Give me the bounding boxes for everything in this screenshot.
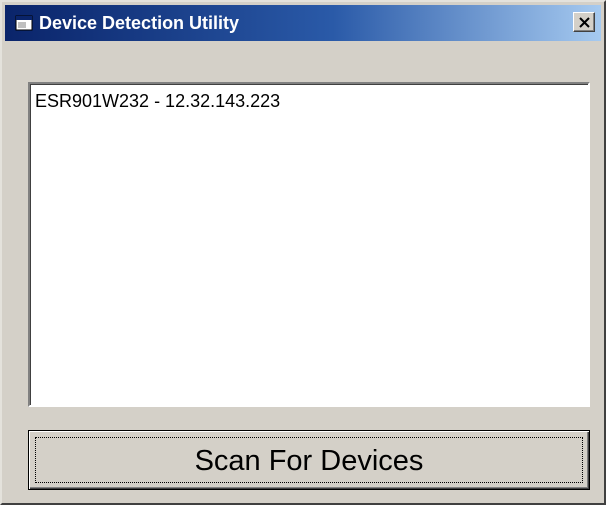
scan-button-label: Scan For Devices bbox=[194, 445, 424, 477]
list-item[interactable]: ESR901W232 - 12.32.143.223 bbox=[35, 90, 280, 112]
app-window-icon bbox=[15, 15, 33, 31]
title-bar[interactable]: Device Detection Utility bbox=[5, 5, 601, 41]
window-title: Device Detection Utility bbox=[39, 13, 240, 33]
app-window: Device Detection Utility ESR901W232 - 12… bbox=[0, 0, 606, 505]
device-listbox[interactable]: ESR901W232 - 12.32.143.223 bbox=[28, 82, 590, 407]
scan-for-devices-button[interactable]: Scan For Devices bbox=[28, 430, 590, 490]
close-button[interactable] bbox=[573, 12, 595, 32]
close-icon bbox=[579, 17, 590, 28]
